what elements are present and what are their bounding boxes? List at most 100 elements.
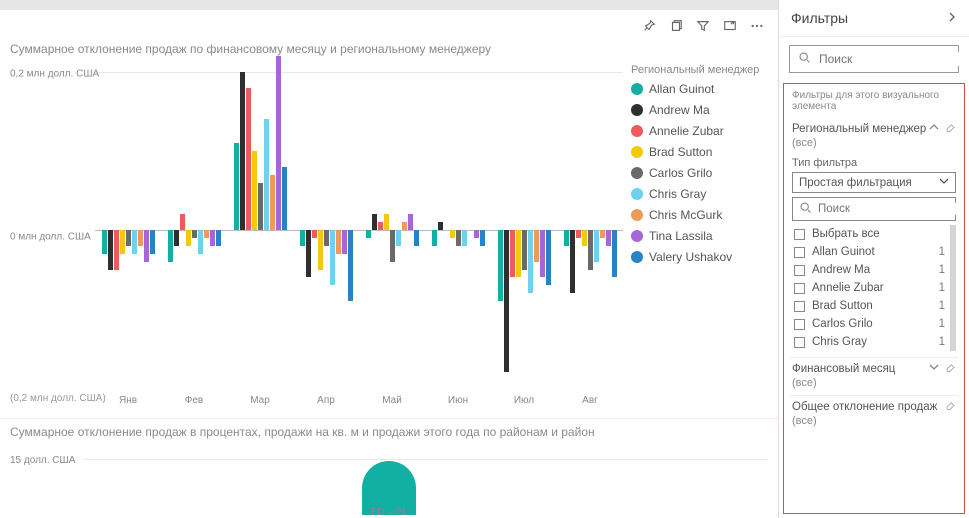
bar[interactable] (240, 72, 245, 230)
more-icon[interactable] (749, 19, 764, 34)
bar[interactable] (588, 230, 593, 270)
bar[interactable] (264, 119, 269, 230)
bar[interactable] (600, 230, 605, 238)
bar[interactable] (108, 230, 113, 270)
bar[interactable] (270, 175, 275, 230)
bar[interactable] (432, 230, 437, 246)
focus-icon[interactable] (722, 19, 737, 34)
bar[interactable] (528, 230, 533, 293)
bar-chart[interactable] (95, 72, 623, 388)
copy-icon[interactable] (668, 19, 683, 34)
bar[interactable] (186, 230, 191, 246)
bar[interactable] (300, 230, 305, 246)
bar[interactable] (474, 230, 479, 238)
erase-icon[interactable] (945, 122, 956, 136)
list-item[interactable]: Carlos Grilo1 (792, 315, 947, 333)
bar[interactable] (594, 230, 599, 262)
bar[interactable] (384, 214, 389, 230)
bar[interactable] (246, 88, 251, 230)
bar[interactable] (612, 230, 617, 277)
bar[interactable] (198, 230, 203, 254)
checkbox[interactable] (794, 337, 805, 348)
bar[interactable] (378, 222, 383, 230)
bar[interactable] (372, 214, 377, 230)
legend-item[interactable]: Tina Lassila (631, 229, 768, 243)
bar[interactable] (498, 230, 503, 301)
bar[interactable] (282, 167, 287, 230)
bar[interactable] (234, 143, 239, 230)
filter-field-label[interactable]: Общее отклонение продаж (792, 401, 937, 413)
list-item[interactable]: Allan Guinot1 (792, 243, 947, 261)
bar[interactable] (450, 230, 455, 238)
checkbox[interactable] (794, 319, 805, 330)
bar[interactable] (480, 230, 485, 246)
bar[interactable] (342, 230, 347, 254)
list-item[interactable]: Annelie Zubar1 (792, 279, 947, 297)
bar[interactable] (120, 230, 125, 254)
legend-item[interactable]: Allan Guinot (631, 82, 768, 96)
bar[interactable] (462, 230, 467, 246)
search-input[interactable] (818, 203, 965, 215)
bar[interactable] (456, 230, 461, 246)
chevron-down-icon[interactable] (929, 362, 939, 376)
bar[interactable] (192, 230, 197, 238)
list-item[interactable]: Chris Gray1 (792, 333, 947, 351)
bar[interactable] (576, 230, 581, 238)
bar[interactable] (276, 56, 281, 230)
legend-item[interactable]: Chris Gray (631, 187, 768, 201)
bar[interactable] (204, 230, 209, 238)
bar[interactable] (564, 230, 569, 246)
bar[interactable] (546, 230, 551, 285)
bar[interactable] (390, 230, 395, 262)
bar[interactable] (180, 214, 185, 230)
pin-icon[interactable] (641, 19, 656, 34)
filter-type-select[interactable]: Простая фильтрация (792, 172, 956, 193)
bar[interactable] (348, 230, 353, 301)
bar[interactable] (522, 230, 527, 270)
bar[interactable] (438, 222, 443, 230)
chevron-right-icon[interactable] (947, 11, 957, 25)
bar[interactable] (408, 214, 413, 230)
legend-item[interactable]: Valery Ushakov (631, 250, 768, 264)
bar[interactable] (210, 230, 215, 246)
bar[interactable] (336, 230, 341, 254)
bar[interactable] (324, 230, 329, 246)
erase-icon[interactable] (945, 400, 956, 414)
checkbox[interactable] (794, 265, 805, 276)
bar[interactable] (570, 230, 575, 293)
bar[interactable] (606, 230, 611, 246)
bar[interactable] (216, 230, 221, 246)
bar[interactable] (366, 230, 371, 238)
bar[interactable] (306, 230, 311, 277)
list-item[interactable]: Andrew Ma1 (792, 261, 947, 279)
search-input[interactable] (819, 52, 969, 66)
bar[interactable] (102, 230, 107, 254)
bar[interactable] (150, 230, 155, 254)
bar[interactable] (132, 230, 137, 254)
bar[interactable] (318, 230, 323, 270)
bar[interactable] (396, 230, 401, 246)
bar[interactable] (540, 230, 545, 277)
list-item[interactable]: Выбрать все (792, 225, 947, 243)
checkbox[interactable] (794, 247, 805, 258)
legend-item[interactable]: Carlos Grilo (631, 166, 768, 180)
bar[interactable] (534, 230, 539, 262)
bar[interactable] (114, 230, 119, 270)
legend-item[interactable]: Andrew Ma (631, 103, 768, 117)
bar[interactable] (330, 230, 335, 285)
filters-search[interactable] (789, 45, 959, 73)
bar[interactable] (144, 230, 149, 262)
bar[interactable] (414, 230, 419, 246)
checkbox[interactable] (794, 229, 805, 240)
bar[interactable] (312, 230, 317, 238)
filter-values-list[interactable]: Выбрать всеAllan Guinot1Andrew Ma1Anneli… (792, 225, 956, 351)
checkbox[interactable] (794, 301, 805, 312)
bar[interactable] (510, 230, 515, 277)
bar[interactable] (516, 230, 521, 277)
legend-item[interactable]: Chris McGurk (631, 208, 768, 222)
bar[interactable] (174, 230, 179, 246)
legend-item[interactable]: Annelie Zubar (631, 124, 768, 138)
bar[interactable] (252, 151, 257, 230)
chevron-up-icon[interactable] (929, 122, 939, 136)
bar[interactable] (504, 230, 509, 372)
